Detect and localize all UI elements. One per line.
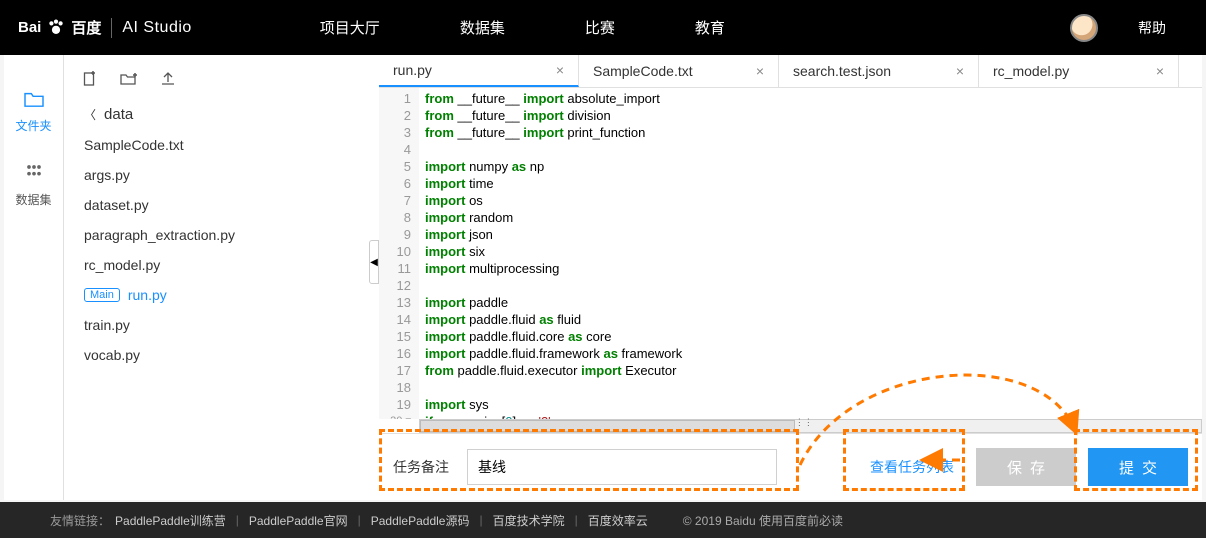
new-file-icon[interactable]: [82, 71, 98, 87]
footer-link[interactable]: 百度效率云: [588, 512, 648, 529]
new-folder-icon[interactable]: [120, 71, 138, 87]
view-task-list-link[interactable]: 查看任务列表: [870, 457, 954, 477]
file-tree: 〈 data SampleCode.txt args.py dataset.py…: [78, 99, 379, 370]
file-row[interactable]: vocab.py: [78, 340, 379, 370]
footer-link[interactable]: PaddlePaddle官网: [249, 512, 348, 529]
logo-divider: [111, 18, 112, 38]
folder-label[interactable]: 文件夹: [4, 117, 63, 134]
editor-tabs: run.py× SampleCode.txt× search.test.json…: [379, 55, 1202, 88]
dataset-label[interactable]: 数据集: [4, 191, 63, 208]
dataset-icon[interactable]: [4, 152, 63, 191]
footer-link[interactable]: PaddlePaddle训练营: [115, 512, 226, 529]
main-file-row[interactable]: Main run.py: [78, 280, 379, 310]
file-row[interactable]: train.py: [78, 310, 379, 340]
file-row[interactable]: args.py: [78, 160, 379, 190]
nav-education[interactable]: 教育: [695, 17, 725, 38]
folder-name: data: [104, 106, 133, 123]
footer-copyright: © 2019 Baidu 使用百度前必读: [683, 512, 843, 529]
nav-projects[interactable]: 项目大厅: [320, 17, 380, 38]
close-icon[interactable]: ×: [556, 62, 564, 78]
pawprint-icon: [45, 17, 67, 39]
sidebar-collapse-handle[interactable]: ◀: [369, 240, 379, 284]
main-nav: 项目大厅 数据集 比赛 教育: [320, 17, 725, 38]
remark-label: 任务备注: [393, 457, 449, 477]
editor-pane: ◀ run.py× SampleCode.txt× search.test.js…: [379, 55, 1202, 500]
remark-input[interactable]: [467, 449, 777, 485]
upload-icon[interactable]: [160, 71, 176, 87]
main-file-name: run.py: [128, 287, 167, 303]
file-row[interactable]: SampleCode.txt: [78, 130, 379, 160]
logo-area: Bai 百度 AI Studio: [0, 17, 210, 39]
baidu-logo[interactable]: Bai 百度: [18, 17, 101, 39]
code-editor[interactable]: 1234567891011121314151617181920 ▾2122232…: [379, 88, 1202, 419]
folder-icon[interactable]: [4, 80, 63, 117]
tab-search-test[interactable]: search.test.json×: [779, 55, 979, 87]
sidebar-toolbar: [78, 67, 379, 99]
code-area[interactable]: from __future__ import absolute_import f…: [419, 88, 682, 419]
horizontal-scrollbar[interactable]: ⋮⋮: [419, 419, 1202, 433]
scrollbar-grip-icon: ⋮⋮: [795, 419, 799, 433]
close-icon[interactable]: ×: [956, 63, 964, 79]
baidu-text: Bai: [18, 19, 41, 36]
tab-samplecode[interactable]: SampleCode.txt×: [579, 55, 779, 87]
topbar-right: 帮助: [1070, 14, 1206, 42]
workspace: 文件夹 数据集 〈 data SampleCode.txt args.py da…: [4, 55, 1202, 500]
line-gutter: 1234567891011121314151617181920 ▾2122232…: [379, 88, 419, 419]
file-row[interactable]: dataset.py: [78, 190, 379, 220]
footer-link[interactable]: 百度技术学院: [493, 512, 565, 529]
main-badge: Main: [84, 288, 120, 302]
scrollbar-thumb[interactable]: [420, 420, 795, 432]
save-button[interactable]: 保存: [976, 448, 1076, 486]
left-rail: 文件夹 数据集: [4, 55, 64, 500]
file-row[interactable]: rc_model.py: [78, 250, 379, 280]
folder-row[interactable]: 〈 data: [78, 99, 379, 130]
baidu-cn: 百度: [71, 17, 101, 38]
submit-button[interactable]: 提交: [1088, 448, 1188, 486]
nav-competitions[interactable]: 比赛: [585, 17, 615, 38]
nav-datasets[interactable]: 数据集: [460, 17, 505, 38]
help-link[interactable]: 帮助: [1138, 18, 1166, 38]
file-sidebar: 〈 data SampleCode.txt args.py dataset.py…: [64, 55, 379, 500]
avatar[interactable]: [1070, 14, 1098, 42]
tab-run-py[interactable]: run.py×: [379, 55, 579, 87]
task-bottom-bar: 任务备注 查看任务列表 保存 提交: [379, 433, 1202, 500]
page-footer: 友情链接： PaddlePaddle训练营| PaddlePaddle官网| P…: [0, 502, 1206, 538]
chevron-right-icon: 〈: [84, 106, 96, 123]
tab-rc-model[interactable]: rc_model.py×: [979, 55, 1179, 87]
close-icon[interactable]: ×: [756, 63, 764, 79]
footer-prefix: 友情链接：: [50, 512, 110, 529]
top-navigation-bar: Bai 百度 AI Studio 项目大厅 数据集 比赛 教育 帮助: [0, 0, 1206, 55]
close-icon[interactable]: ×: [1156, 63, 1164, 79]
product-name[interactable]: AI Studio: [122, 19, 191, 37]
footer-link[interactable]: PaddlePaddle源码: [371, 512, 470, 529]
file-row[interactable]: paragraph_extraction.py: [78, 220, 379, 250]
